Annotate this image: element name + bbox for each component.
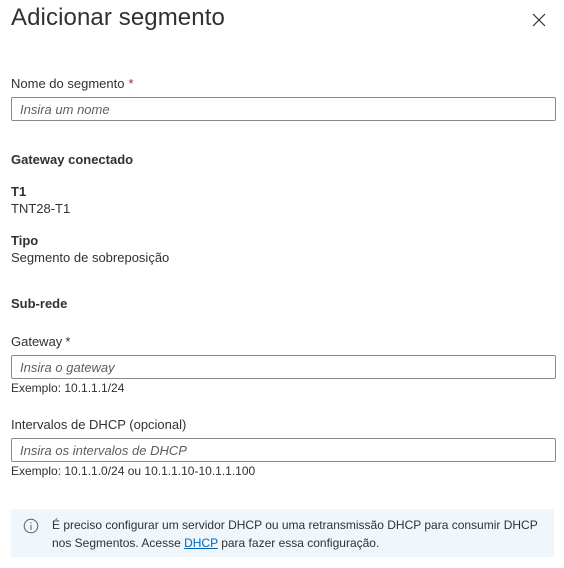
info-icon [23,518,39,534]
dhcp-link[interactable]: DHCP [184,536,218,550]
dhcp-ranges-label: Intervalos de DHCP (opcional) [11,417,187,432]
info-message-bar: É preciso configurar um servidor DHCP ou… [11,509,554,557]
segment-name-input[interactable] [11,97,556,121]
connected-gateway-heading: Gateway conectado [11,152,134,167]
close-button[interactable] [528,9,550,31]
add-segment-panel: Adicionar segmento Nome do segmento* Gat… [0,0,564,568]
type-value: Segmento de sobreposição [11,250,170,265]
gateway-label: Gateway * [11,334,70,349]
gateway-label-text: Gateway [11,334,63,349]
gateway-hint: Exemplo: 10.1.1.1/24 [11,381,125,395]
t1-label: T1 [11,184,27,199]
dhcp-ranges-hint: Exemplo: 10.1.1.0/24 ou 10.1.1.10-10.1.1… [11,464,256,478]
info-message-text: É preciso configurar um servidor DHCP ou… [52,516,542,552]
segment-name-label: Nome do segmento * [11,76,134,91]
dhcp-ranges-input[interactable] [11,438,556,462]
type-label: Tipo [11,233,39,248]
subnet-heading: Sub-rede [11,296,68,311]
gateway-input[interactable] [11,355,556,379]
required-mark: * [65,334,71,349]
info-text-after: para fazer essa configuração. [217,536,380,550]
required-mark: * [128,76,134,91]
close-icon [532,13,546,27]
t1-value: TNT28-T1 [11,201,71,216]
segment-name-label-text: Nome do segmento [11,76,125,91]
panel-title: Adicionar segmento [11,4,225,31]
